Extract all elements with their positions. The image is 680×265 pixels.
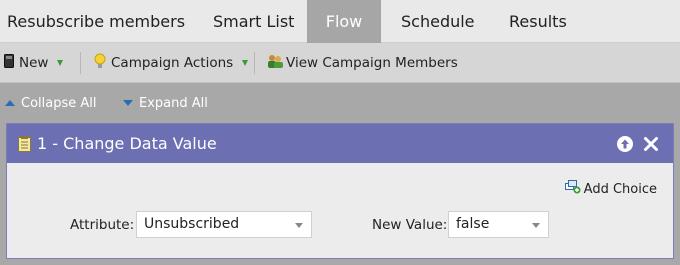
- add-choice-button[interactable]: Add Choice: [564, 180, 657, 198]
- collapse-icon: [5, 100, 15, 106]
- new-button[interactable]: New: [4, 43, 64, 83]
- flow-controls-bar: Collapse All Expand All: [0, 84, 680, 122]
- chevron-down-icon: [532, 223, 540, 228]
- tab-flow[interactable]: Flow: [307, 0, 381, 43]
- flow-step-header[interactable]: 1 - Change Data Value: [7, 124, 673, 163]
- step-notepad-icon: [18, 136, 31, 156]
- move-up-icon[interactable]: [616, 135, 634, 153]
- tab-results[interactable]: Results: [509, 0, 567, 43]
- add-choice-label: Add Choice: [583, 181, 657, 197]
- view-campaign-members-button[interactable]: View Campaign Members: [267, 43, 458, 83]
- toolbar-divider: [254, 52, 255, 74]
- lightbulb-icon: [94, 53, 106, 73]
- attribute-label: Attribute:: [70, 217, 135, 233]
- campaign-actions-button[interactable]: Campaign Actions: [94, 43, 249, 83]
- expand-all-link[interactable]: Expand All: [123, 84, 208, 122]
- attribute-select[interactable]: Unsubscribed: [136, 211, 312, 238]
- collapse-all-link[interactable]: Collapse All: [5, 84, 97, 122]
- collapse-all-label: Collapse All: [21, 95, 97, 111]
- people-icon: [267, 54, 284, 73]
- new-value-label: New Value:: [372, 217, 448, 233]
- tab-resubscribe-members[interactable]: Resubscribe members: [7, 0, 185, 43]
- new-document-icon: [4, 54, 14, 72]
- attribute-select-value: Unsubscribed: [144, 216, 240, 232]
- new-value-select-value: false: [456, 216, 490, 232]
- expand-all-label: Expand All: [139, 95, 208, 111]
- view-campaign-members-label: View Campaign Members: [286, 55, 458, 71]
- expand-icon: [123, 100, 133, 106]
- tab-bar: Resubscribe members Smart List Flow Sche…: [0, 0, 680, 43]
- chevron-down-icon: [295, 223, 303, 228]
- chevron-down-icon: [242, 60, 249, 66]
- new-value-select[interactable]: false: [448, 211, 549, 238]
- flow-step-title: 1 - Change Data Value: [37, 134, 217, 153]
- toolbar-divider: [80, 52, 81, 74]
- campaign-actions-label: Campaign Actions: [111, 55, 234, 71]
- close-icon[interactable]: [642, 135, 660, 153]
- toolbar: New Campaign Actions View Campaign Membe…: [0, 43, 680, 83]
- chevron-down-icon: [57, 60, 64, 66]
- new-button-label: New: [19, 55, 49, 71]
- add-choice-icon: [564, 180, 581, 198]
- tab-smart-list[interactable]: Smart List: [213, 0, 294, 43]
- flow-step-card: 1 - Change Data Value Add Choice Attribu…: [6, 123, 674, 259]
- tab-schedule[interactable]: Schedule: [401, 0, 475, 43]
